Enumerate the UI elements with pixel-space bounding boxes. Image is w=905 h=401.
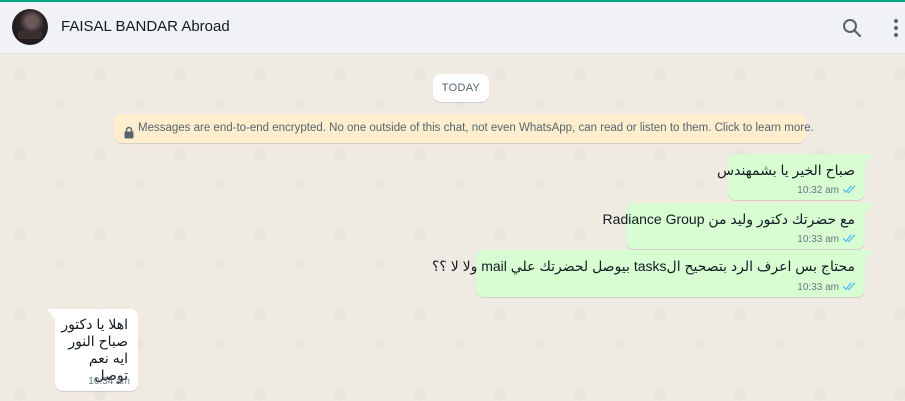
encryption-notice-text: Messages are end-to-end encrypted. No on… — [138, 122, 814, 134]
double-check-icon — [842, 233, 857, 243]
message-time: 10:33 am — [797, 234, 839, 245]
chat-header[interactable]: FAISAL BANDAR Abroad — [0, 2, 905, 54]
double-check-icon — [842, 184, 857, 194]
double-check-icon — [842, 281, 857, 291]
message-text: محتاج بس اعرف الرد بتصحيح الtasks بيوصل … — [431, 258, 855, 274]
encryption-notice[interactable]: Messages are end-to-end encrypted. No on… — [114, 114, 814, 143]
search-icon[interactable] — [840, 16, 864, 40]
date-chip: TODAY — [433, 74, 489, 102]
message-time: 10:33 am — [797, 282, 839, 293]
message-time: 10:32 am — [797, 185, 839, 196]
message-meta: 10:34 am — [88, 376, 130, 387]
message-text: مع حضرتك دكتور وليد من Radiance Group — [602, 211, 855, 227]
contact-name[interactable]: FAISAL BANDAR Abroad — [61, 18, 230, 35]
message-text: اهلا يا دكتور صباح النور ايه نعم توصل — [61, 316, 128, 383]
message-bubble-incoming[interactable]: اهلا يا دكتور صباح النور ايه نعم توصل 10… — [47, 309, 138, 391]
lock-icon — [123, 122, 135, 139]
message-time: 10:34 am — [88, 376, 130, 387]
message-meta: 10:33 am — [797, 233, 857, 245]
chat-area[interactable]: TODAY Messages are end-to-end encrypted.… — [0, 54, 905, 401]
message-text: صباح الخير يا بشمهندس — [717, 162, 855, 178]
menu-icon[interactable] — [884, 16, 905, 40]
message-bubble-outgoing[interactable]: صباح الخير يا بشمهندس 10:32 am — [717, 154, 873, 200]
message-meta: 10:32 am — [797, 184, 857, 196]
message-bubble-outgoing[interactable]: مع حضرتك دكتور وليد من Radiance Group 10… — [603, 203, 873, 249]
message-bubble-outgoing[interactable]: محتاج بس اعرف الرد بتصحيح الtasks بيوصل … — [432, 250, 873, 297]
avatar[interactable] — [12, 9, 48, 45]
message-meta: 10:33 am — [797, 281, 857, 293]
